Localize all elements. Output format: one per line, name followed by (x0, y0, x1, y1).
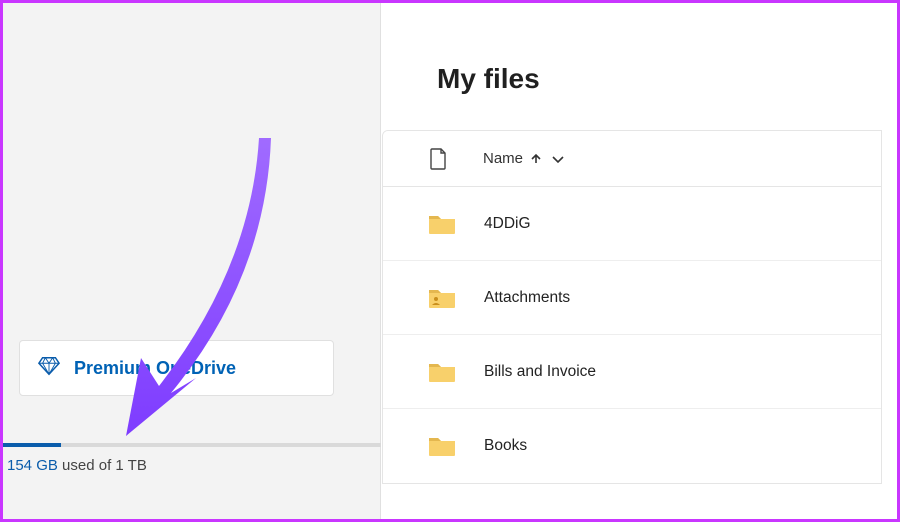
row-name: Attachments (484, 289, 570, 307)
premium-label: Premium OneDrive (74, 358, 236, 379)
table-row[interactable]: Attachments (383, 261, 881, 335)
row-name: Books (484, 437, 527, 455)
column-name-header[interactable]: Name (483, 150, 567, 168)
folder-icon (428, 213, 456, 235)
main-content: My files Name 4DD (382, 3, 897, 519)
folder-shared-icon (428, 287, 456, 309)
table-row[interactable]: Bills and Invoice (383, 335, 881, 409)
storage-usage: 154 GB used of 1 TB (3, 443, 381, 474)
row-name: Bills and Invoice (484, 363, 596, 381)
table-row[interactable]: Books (383, 409, 881, 483)
file-type-icon (428, 148, 448, 170)
sidebar: Premium OneDrive 154 GB used of 1 TB (3, 3, 381, 519)
column-name-label: Name (483, 150, 523, 167)
diamond-icon (38, 356, 60, 381)
storage-text[interactable]: 154 GB used of 1 TB (7, 457, 381, 474)
storage-progress-bar (3, 443, 381, 447)
chevron-down-icon (549, 150, 567, 168)
folder-icon (428, 435, 456, 457)
storage-used-amount: 154 GB (7, 457, 58, 474)
premium-onedrive-card[interactable]: Premium OneDrive (19, 340, 334, 396)
folder-icon (428, 361, 456, 383)
storage-total-suffix: used of 1 TB (58, 457, 147, 474)
table-row[interactable]: 4DDiG (383, 187, 881, 261)
page-title: My files (437, 63, 897, 95)
sort-ascending-icon (529, 152, 543, 166)
storage-progress-fill (3, 443, 61, 447)
row-name: 4DDiG (484, 215, 531, 233)
file-table: Name 4DDiG (382, 130, 882, 484)
table-header: Name (383, 131, 881, 187)
